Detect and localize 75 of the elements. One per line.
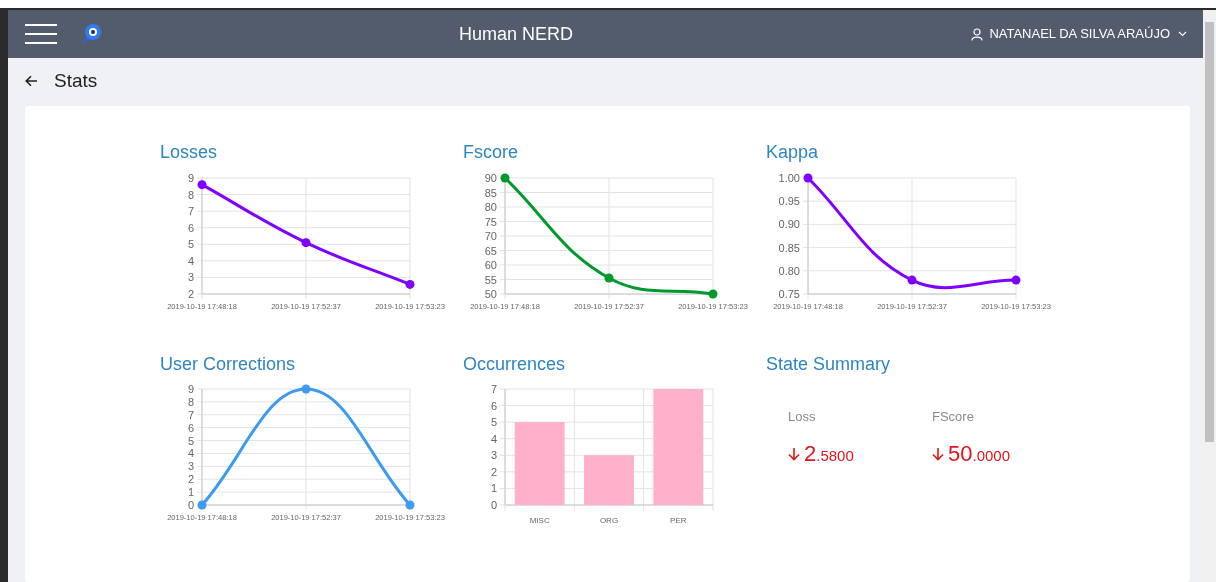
data-point: [708, 289, 718, 299]
axis-label: 3: [187, 271, 194, 283]
data-point: [197, 179, 207, 189]
data-point: [500, 173, 510, 183]
chart-title: Losses: [160, 142, 219, 164]
axis-label: 7: [490, 383, 497, 396]
axis-label: 8: [187, 188, 194, 201]
axis-label: 5: [490, 416, 497, 429]
axis-label: 6: [187, 421, 194, 434]
page-title: Stats: [54, 68, 98, 93]
user-menu[interactable]: NATANAEL DA SILVA ARAÚJO: [971, 24, 1187, 44]
data-point: [803, 173, 813, 183]
axis-label: 6: [187, 221, 194, 234]
axis-label: 90: [484, 171, 497, 184]
axis-label: 75: [484, 215, 497, 228]
axis-label: 4: [187, 254, 194, 267]
axis-label: 0.85: [778, 241, 800, 254]
axis-label: 4: [187, 447, 194, 460]
data-point: [907, 275, 917, 285]
data-point: [1011, 275, 1021, 285]
axis-label: 85: [484, 186, 497, 199]
axis-label: 0.90: [778, 218, 800, 230]
data-point: [197, 500, 207, 510]
chart-title: User Corrections: [160, 353, 297, 376]
axis-label: 7: [187, 408, 194, 421]
axis-label: 8: [187, 396, 194, 409]
axis-label: 5: [187, 237, 194, 250]
axis-label: 2: [187, 473, 194, 486]
axis-label: 3: [490, 449, 497, 462]
axis-label: 1: [490, 482, 497, 495]
axis-label: 0: [187, 499, 194, 512]
menu-icon[interactable]: [25, 23, 57, 45]
user-icon: [971, 27, 984, 41]
axis-label: 9: [187, 383, 194, 396]
axis-label: 65: [484, 244, 497, 257]
data-point: [405, 279, 415, 289]
axis-label: MISC: [529, 516, 550, 526]
axis-label: 2: [490, 466, 497, 479]
stat-value: 2.5800: [804, 439, 854, 468]
stat-label: FScore: [932, 408, 975, 427]
axis-label: 9: [187, 171, 194, 184]
axis-label: 0: [490, 499, 497, 512]
data-point: [301, 237, 311, 247]
axis-label: 50: [484, 287, 497, 300]
axis-label: 3: [187, 460, 194, 473]
axis-label: ORG: [599, 516, 619, 526]
scrollbar[interactable]: [1203, 10, 1216, 582]
axis-label: 5: [187, 434, 194, 447]
axis-label: 55: [484, 273, 497, 286]
axis-label: 7: [187, 204, 194, 217]
section-title: State Summary: [766, 353, 892, 376]
axis-label: 0.80: [778, 264, 800, 277]
axis-label: 4: [490, 432, 497, 445]
chart-title: Occurrences: [463, 353, 567, 376]
axis-label: 1: [187, 486, 194, 499]
caret-icon: [1178, 31, 1187, 37]
axis-label: 70: [484, 229, 497, 242]
data-point: [301, 384, 311, 394]
logo-icon: [79, 22, 103, 46]
back-icon[interactable]: [25, 75, 38, 87]
app-title: Human NERD: [459, 22, 574, 46]
axis-label: 0.95: [778, 194, 800, 207]
data-point: [405, 500, 415, 510]
stat-label: Loss: [788, 408, 817, 427]
axis-label: PER: [670, 516, 687, 526]
stat-value: 50.0000: [948, 439, 1011, 468]
axis-label: 2: [187, 287, 194, 300]
chart-title: Fscore: [463, 142, 519, 164]
chart-title: Kappa: [766, 142, 820, 164]
data-point: [604, 273, 614, 283]
axis-label: 60: [484, 258, 497, 271]
axis-label: 0.75: [778, 287, 800, 300]
axis-label: 6: [490, 399, 497, 412]
axis-label: 1.00: [778, 171, 800, 184]
axis-label: 80: [484, 200, 497, 213]
